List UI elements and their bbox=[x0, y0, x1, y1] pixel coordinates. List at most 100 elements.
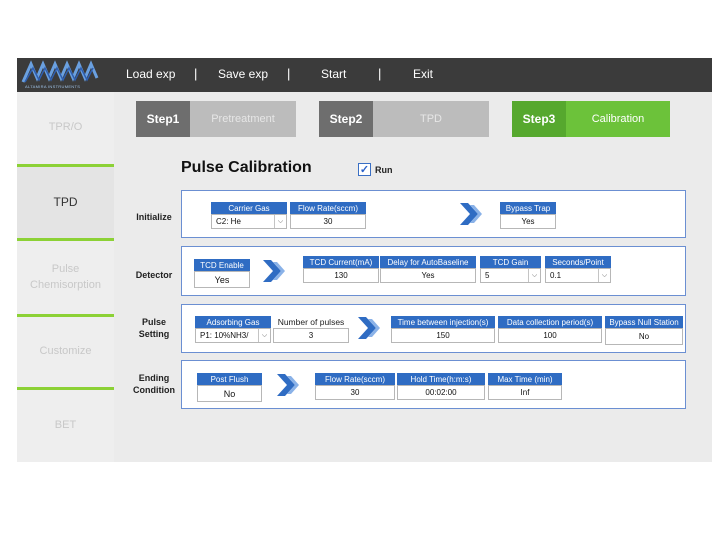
step3-tab[interactable]: Step3 Calibration bbox=[512, 101, 670, 137]
hold-time-header: Hold Time(h:m:s) bbox=[397, 373, 485, 385]
seconds-per-point-select[interactable]: 0.1 ⌵ bbox=[545, 268, 611, 283]
max-time-input[interactable]: Inf bbox=[488, 385, 562, 400]
tcd-gain-field[interactable]: TCD Gain 5 ⌵ bbox=[480, 256, 541, 283]
adsorbing-gas-select[interactable]: P1: 10%NH3/ ⌵ bbox=[195, 328, 271, 343]
max-time-header: Max Time (min) bbox=[488, 373, 562, 385]
exit-menu[interactable]: Exit bbox=[413, 67, 433, 81]
bypass-null-station-value[interactable]: No bbox=[605, 328, 683, 345]
page-title: Pulse Calibration bbox=[181, 159, 312, 176]
tcd-current-input[interactable]: 130 bbox=[303, 268, 379, 283]
tcd-enable-field[interactable]: TCD Enable Yes bbox=[194, 259, 250, 288]
adsorbing-gas-field[interactable]: Adsorbing Gas P1: 10%NH3/ ⌵ bbox=[195, 316, 271, 343]
seconds-per-point-header: Seconds/Point bbox=[545, 256, 611, 268]
company-logo: ALTAMIRA INSTRUMENTS bbox=[21, 60, 101, 90]
flow-rate-field[interactable]: Flow Rate(sccm) 30 bbox=[290, 202, 366, 229]
seconds-per-point-field[interactable]: Seconds/Point 0.1 ⌵ bbox=[545, 256, 611, 283]
load-exp-menu[interactable]: Load exp bbox=[126, 67, 175, 81]
carrier-gas-field[interactable]: Carrier Gas C2: He ⌵ bbox=[211, 202, 287, 229]
adsorbing-gas-value: P1: 10%NH3/ bbox=[200, 331, 249, 340]
tcd-enable-value[interactable]: Yes bbox=[194, 271, 250, 288]
data-collection-period-field[interactable]: Data collection period(s) 100 bbox=[498, 316, 602, 343]
post-flush-value[interactable]: No bbox=[197, 385, 262, 402]
chevron-down-icon[interactable]: ⌵ bbox=[274, 215, 286, 228]
run-label: Run bbox=[375, 165, 393, 175]
tcd-gain-header: TCD Gain bbox=[480, 256, 541, 268]
sidebar-item-bet[interactable]: BET bbox=[17, 390, 114, 462]
pulse-setting-label: Pulse Setting bbox=[128, 316, 180, 340]
main-panel: Step1 Pretreatment Step2 TPD Step3 Calib… bbox=[114, 92, 712, 462]
ending-condition-label: Ending Condition bbox=[128, 372, 180, 396]
pulse-panel: Adsorbing Gas P1: 10%NH3/ ⌵ Number of pul… bbox=[181, 304, 686, 353]
chevron-down-icon[interactable]: ⌵ bbox=[528, 269, 540, 282]
pulse-setting-label-line1: Pulse bbox=[141, 317, 166, 327]
step2-tab[interactable]: Step2 TPD bbox=[319, 101, 489, 137]
pulse-setting-label-line2: Setting bbox=[138, 329, 170, 340]
data-collection-period-header: Data collection period(s) bbox=[498, 316, 602, 328]
chevron-right-icon bbox=[358, 317, 380, 339]
tcd-gain-value: 5 bbox=[485, 271, 490, 280]
bypass-trap-field[interactable]: Bypass Trap Yes bbox=[500, 202, 556, 229]
time-between-injection-field[interactable]: Time between injection(s) 150 bbox=[391, 316, 495, 343]
delay-autobaseline-field[interactable]: Delay for AutoBaseline Yes bbox=[380, 256, 476, 283]
ending-condition-label-line2: Condition bbox=[133, 385, 175, 396]
detector-panel: TCD Enable Yes TCD Current(mA) 130 Delay… bbox=[181, 246, 686, 296]
post-flush-header: Post Flush bbox=[197, 373, 262, 385]
number-of-pulses-input[interactable]: 3 bbox=[273, 328, 349, 343]
ending-panel: Post Flush No Flow Rate(sccm) 30 Hold Ti… bbox=[181, 360, 686, 409]
tcd-current-field[interactable]: TCD Current(mA) 130 bbox=[303, 256, 379, 283]
initialize-label: Initialize bbox=[136, 212, 172, 222]
carrier-gas-value: C2: He bbox=[216, 217, 241, 226]
step1-tab[interactable]: Step1 Pretreatment bbox=[136, 101, 296, 137]
data-collection-period-input[interactable]: 100 bbox=[498, 328, 602, 343]
check-icon: ✓ bbox=[359, 164, 370, 176]
step1-name: Pretreatment bbox=[190, 101, 296, 137]
hold-time-input[interactable]: 00:02:00 bbox=[397, 385, 485, 400]
max-time-field[interactable]: Max Time (min) Inf bbox=[488, 373, 562, 400]
initialize-panel: Carrier Gas C2: He ⌵ Flow Rate(sccm) 30 B… bbox=[181, 190, 686, 238]
sidebar: TPR/O TPD Pulse Chemisorption Customize … bbox=[17, 92, 114, 462]
time-between-injection-input[interactable]: 150 bbox=[391, 328, 495, 343]
start-menu[interactable]: Start bbox=[321, 67, 346, 81]
logo-brand-text: ALTAMIRA INSTRUMENTS bbox=[25, 84, 81, 89]
save-exp-menu[interactable]: Save exp bbox=[218, 67, 268, 81]
chevron-down-icon[interactable]: ⌵ bbox=[598, 269, 610, 282]
flow-rate-header: Flow Rate(sccm) bbox=[290, 202, 366, 214]
time-between-injection-header: Time between injection(s) bbox=[391, 316, 495, 328]
chevron-down-icon[interactable]: ⌵ bbox=[258, 329, 270, 342]
bypass-trap-value[interactable]: Yes bbox=[500, 214, 556, 229]
ending-flow-rate-field[interactable]: Flow Rate(sccm) 30 bbox=[315, 373, 395, 400]
flow-rate-input[interactable]: 30 bbox=[290, 214, 366, 229]
sidebar-item-tpd[interactable]: TPD bbox=[17, 167, 114, 238]
menu-separator: | bbox=[194, 66, 198, 81]
hold-time-field[interactable]: Hold Time(h:m:s) 00:02:00 bbox=[397, 373, 485, 400]
run-checkbox[interactable]: ✓ bbox=[358, 163, 371, 176]
tcd-enable-header: TCD Enable bbox=[194, 259, 250, 271]
menu-bar: ALTAMIRA INSTRUMENTS Load exp | Save exp… bbox=[17, 58, 712, 92]
chevron-right-icon bbox=[277, 374, 299, 396]
tcd-current-header: TCD Current(mA) bbox=[303, 256, 379, 268]
bypass-trap-header: Bypass Trap bbox=[500, 202, 556, 214]
carrier-gas-select[interactable]: C2: He ⌵ bbox=[211, 214, 287, 229]
delay-autobaseline-value[interactable]: Yes bbox=[380, 268, 476, 283]
carrier-gas-header: Carrier Gas bbox=[211, 202, 287, 214]
bypass-null-station-header: Bypass Null Station bbox=[605, 316, 683, 328]
sidebar-item-customize[interactable]: Customize bbox=[17, 317, 114, 387]
sidebar-item-pulse-chemisorption[interactable]: Pulse Chemisorption bbox=[17, 241, 114, 314]
step2-number: Step2 bbox=[319, 101, 373, 137]
delay-autobaseline-header: Delay for AutoBaseline bbox=[380, 256, 476, 268]
ending-flow-rate-input[interactable]: 30 bbox=[315, 385, 395, 400]
post-flush-field[interactable]: Post Flush No bbox=[197, 373, 262, 402]
step2-name: TPD bbox=[373, 101, 489, 137]
seconds-per-point-value: 0.1 bbox=[550, 271, 562, 280]
number-of-pulses-header: Number of pulses bbox=[273, 316, 349, 328]
chevron-right-icon bbox=[460, 203, 482, 225]
sidebar-item-tpro[interactable]: TPR/O bbox=[17, 92, 114, 164]
menu-separator: | bbox=[378, 66, 382, 81]
chevron-right-icon bbox=[263, 260, 285, 282]
bypass-null-station-field[interactable]: Bypass Null Station No bbox=[605, 316, 683, 345]
adsorbing-gas-header: Adsorbing Gas bbox=[195, 316, 271, 328]
tcd-gain-select[interactable]: 5 ⌵ bbox=[480, 268, 541, 283]
detector-label: Detector bbox=[135, 270, 173, 280]
ending-flow-rate-header: Flow Rate(sccm) bbox=[315, 373, 395, 385]
number-of-pulses-field[interactable]: Number of pulses 3 bbox=[273, 316, 349, 343]
